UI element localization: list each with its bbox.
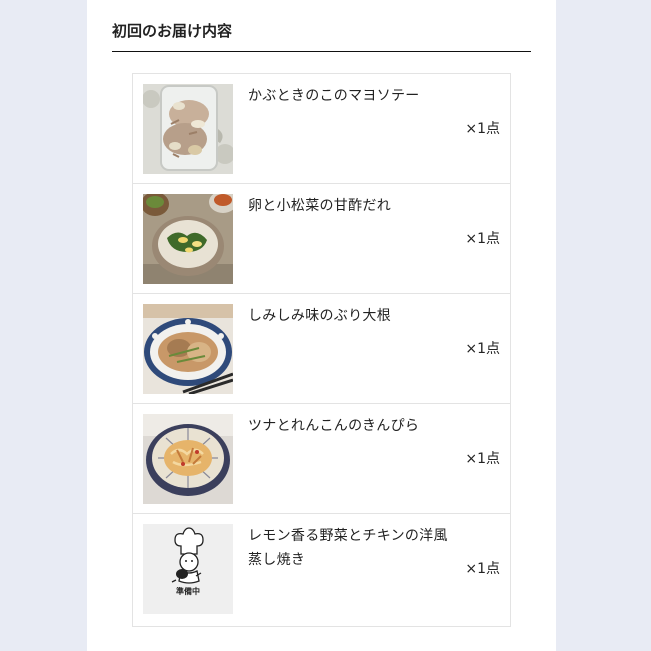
section-title: 初回のお届け内容 [112, 20, 531, 52]
food-photo-icon [143, 414, 233, 504]
item-quantity: ×1点 [465, 451, 500, 467]
item-name: レモン香る野菜とチキンの洋風蒸し焼き [248, 528, 448, 568]
item-name: 卵と小松菜の甘酢だれ [248, 198, 391, 214]
item-quantity: ×1点 [465, 341, 500, 357]
list-item: 準備中 レモン香る野菜とチキンの洋風蒸し焼き ×1点 [133, 514, 510, 626]
list-item: 卵と小松菜の甘酢だれ ×1点 [133, 184, 510, 294]
list-item: ツナとれんこんのきんぴら ×1点 [133, 404, 510, 514]
food-photo-icon [143, 194, 233, 284]
delivery-item-list: かぶときのこのマヨソテー ×1点 卵と小松菜の甘酢だれ ×1点 しみしみ味のぶり… [132, 73, 511, 627]
item-name: しみしみ味のぶり大根 [248, 308, 391, 324]
food-photo-icon [143, 304, 233, 394]
preparing-label: 準備中 [176, 587, 200, 596]
item-name: ツナとれんこんのきんぴら [248, 418, 420, 434]
chef-illustration-icon: 準備中 [143, 524, 233, 614]
item-name: かぶときのこのマヨソテー [248, 88, 420, 104]
list-item: しみしみ味のぶり大根 ×1点 [133, 294, 510, 404]
item-quantity: ×1点 [465, 561, 500, 577]
food-photo-icon [143, 84, 233, 174]
item-quantity: ×1点 [465, 121, 500, 137]
item-quantity: ×1点 [465, 231, 500, 247]
list-item: かぶときのこのマヨソテー ×1点 [133, 74, 510, 184]
delivery-panel: 初回のお届け内容 かぶときのこのマヨソテー ×1点 卵と小松菜の甘酢だれ ×1点… [87, 0, 556, 651]
